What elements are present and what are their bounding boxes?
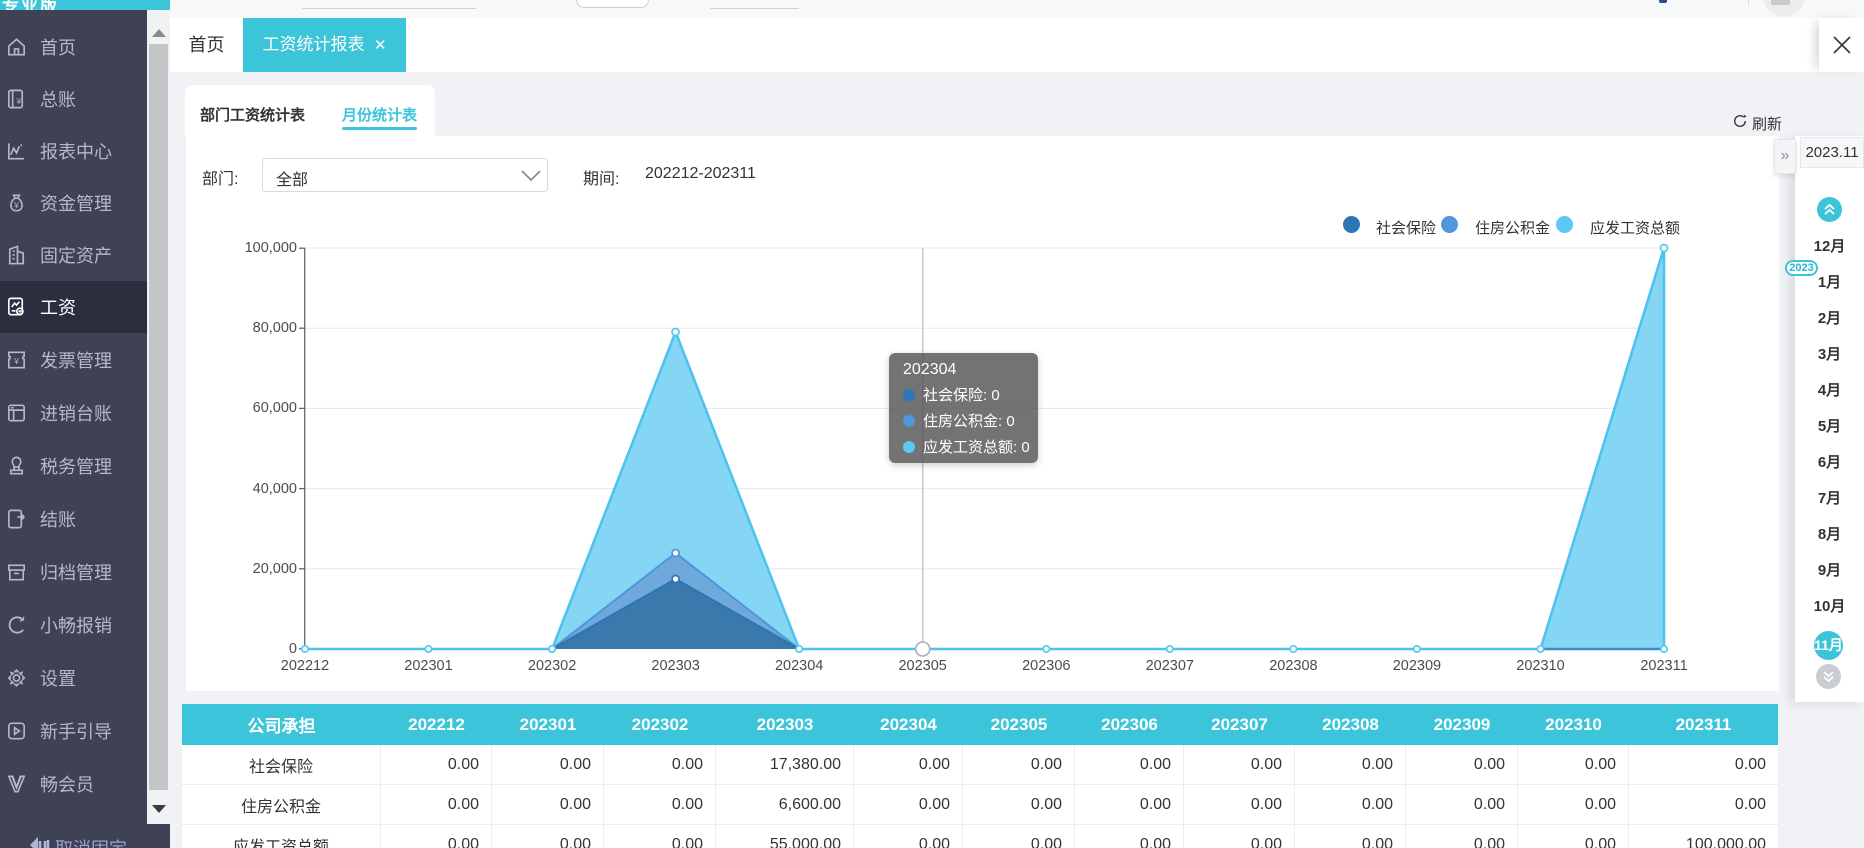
svg-text:¥: ¥: [13, 356, 19, 366]
svg-text:¥: ¥: [16, 96, 22, 106]
svg-text:¥: ¥: [13, 200, 19, 210]
